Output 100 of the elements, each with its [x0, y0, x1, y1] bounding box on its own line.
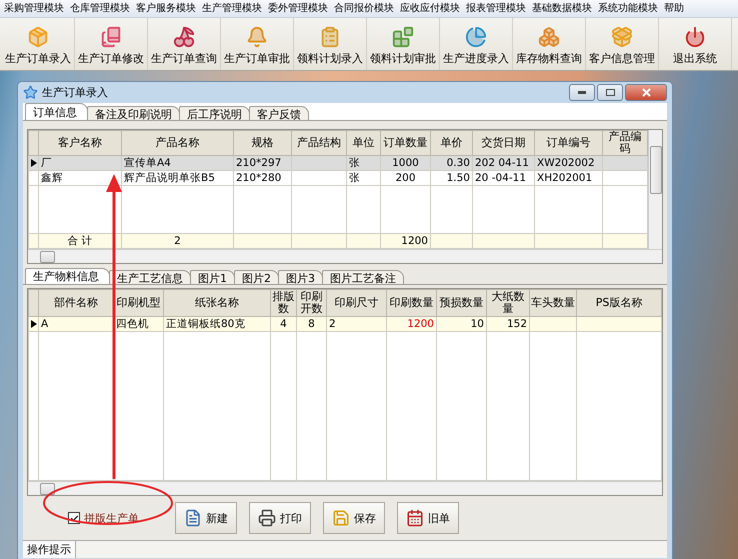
column-header[interactable]: 订单编号	[534, 130, 602, 156]
column-header[interactable]: 交货日期	[472, 130, 534, 156]
tab[interactable]: 后工序说明	[179, 106, 250, 120]
tab[interactable]: 图片3	[278, 270, 323, 284]
column-header[interactable]: 部件名称	[38, 290, 114, 316]
column-header[interactable]: 规格	[234, 130, 292, 156]
maximize-button[interactable]	[597, 84, 623, 101]
menu-item[interactable]: 生产管理模块	[198, 0, 264, 17]
table-cell: 202 04-11	[472, 156, 534, 170]
toolbar-button[interactable]: 客户信息管理	[586, 18, 659, 70]
action-button[interactable]: 打印	[249, 502, 311, 534]
table-cell: 张	[346, 156, 380, 170]
column-header[interactable]: PS版名称	[576, 290, 662, 316]
close-icon	[642, 88, 650, 97]
column-header[interactable]: 大纸数量	[486, 290, 530, 316]
table-cell: 10	[436, 316, 486, 332]
horizontal-scrollbar[interactable]	[28, 481, 662, 495]
toolbar-button[interactable]: 生产订单录入	[2, 18, 75, 70]
toolbar-button[interactable]: 生产订单审批	[221, 18, 294, 70]
window-title: 生产订单录入	[42, 85, 108, 100]
power-icon	[684, 26, 706, 48]
scrollbar-thumb[interactable]	[40, 482, 55, 494]
tab[interactable]: 图片1	[190, 270, 235, 284]
action-button[interactable]: 新建	[175, 502, 237, 534]
menu-item[interactable]: 委外管理模块	[264, 0, 330, 17]
table-cell: 8	[296, 316, 326, 332]
table-cell: XH202001	[534, 170, 602, 186]
column-header[interactable]: 客户名称	[38, 130, 122, 156]
row-pointer-icon	[30, 159, 36, 167]
table-cell: A	[38, 316, 114, 332]
document-icon	[184, 509, 202, 527]
tab[interactable]: 客户反馈	[249, 106, 309, 120]
column-header[interactable]: 单价	[430, 130, 472, 156]
menu-item[interactable]: 基础数据模块	[528, 0, 594, 17]
column-header[interactable]: 印刷开数	[296, 290, 326, 316]
toolbar-button[interactable]: 生产订单修改	[75, 18, 148, 70]
menu-item[interactable]: 系统功能模块	[594, 0, 660, 17]
bell-icon	[246, 26, 268, 48]
column-header[interactable]: 印刷数量	[386, 290, 436, 316]
column-header[interactable]: 纸张名称	[164, 290, 270, 316]
column-header[interactable]: 车头数量	[530, 290, 576, 316]
toolbar-button[interactable]: 生产进度录入	[440, 18, 513, 70]
table-cell: 200	[380, 170, 430, 186]
toolbar-button[interactable]: 退出系统	[659, 18, 732, 70]
menu-item[interactable]: 客户服务模块	[132, 0, 198, 17]
action-button[interactable]: 旧单	[397, 502, 459, 534]
toolbar-button[interactable]: 生产订单查询	[148, 18, 221, 70]
column-header[interactable]: 产品结构	[292, 130, 346, 156]
menu-item[interactable]: 合同报价模块	[330, 0, 396, 17]
column-header[interactable]: 单位	[346, 130, 380, 156]
column-header[interactable]: 预损数量	[436, 290, 486, 316]
check-icon	[70, 514, 78, 522]
table-cell: 4	[270, 316, 296, 332]
menu-item[interactable]: 采购管理模块	[0, 0, 66, 17]
total-cell: 1200	[380, 234, 430, 248]
tab[interactable]: 订单信息	[25, 103, 88, 120]
toolbar-button[interactable]: 领料计划录入	[294, 18, 367, 70]
table-cell: 210*280	[234, 170, 292, 186]
tab[interactable]: 备注及印刷说明	[87, 106, 180, 120]
row-indicator[interactable]	[28, 156, 38, 170]
action-button[interactable]: 保存	[323, 502, 385, 534]
scrollbar-thumb[interactable]	[650, 146, 662, 194]
column-header[interactable]: 印刷尺寸	[326, 290, 386, 316]
column-header[interactable]: 印刷机型	[114, 290, 164, 316]
row-indicator[interactable]	[28, 316, 38, 332]
toolbar-button[interactable]: 领料计划审批	[367, 18, 440, 70]
toolbar-button[interactable]: 库存物料查询	[513, 18, 586, 70]
pie-chart-icon	[465, 26, 487, 48]
table-cell: 正道铜板纸80克	[164, 316, 270, 332]
column-header[interactable]: 产品名称	[122, 130, 234, 156]
table-cell: 厂	[38, 156, 122, 170]
maximize-icon	[606, 89, 614, 96]
tab[interactable]: 图片2	[234, 270, 279, 284]
boxes-icon	[538, 26, 560, 48]
package-icon	[27, 26, 49, 48]
table-cell: 宣传单A4	[122, 156, 234, 170]
menu-item[interactable]: 应收应付模块	[396, 0, 462, 17]
package-icon	[611, 26, 633, 48]
star-icon	[23, 85, 38, 100]
scrollbar-thumb[interactable]	[40, 250, 55, 262]
table-cell: 1200	[386, 316, 436, 332]
table-cell: 1000	[380, 156, 430, 170]
table-cell: 辉产品说明单张B5	[122, 170, 234, 186]
column-header[interactable]: 订单数量	[380, 130, 430, 156]
column-header[interactable]: 排版数	[270, 290, 296, 316]
close-button[interactable]	[625, 84, 667, 101]
menu-item[interactable]: 仓库管理模块	[66, 0, 132, 17]
vertical-scrollbar[interactable]	[648, 130, 662, 249]
tab[interactable]: 生产物料信息	[25, 268, 110, 284]
column-header[interactable]: 产品编码	[602, 130, 648, 156]
minimize-button[interactable]	[569, 84, 595, 101]
printer-icon	[258, 509, 276, 527]
menu-item[interactable]: 帮助	[660, 0, 686, 17]
minimize-icon	[578, 91, 586, 94]
fruit-icon	[173, 26, 195, 48]
menu-item[interactable]: 报表管理模块	[462, 0, 528, 17]
tab[interactable]: 图片工艺备注	[322, 270, 404, 284]
tab[interactable]: 生产工艺信息	[109, 270, 191, 284]
table-cell: 20 -04-11	[472, 170, 534, 186]
horizontal-scrollbar[interactable]	[28, 249, 662, 263]
